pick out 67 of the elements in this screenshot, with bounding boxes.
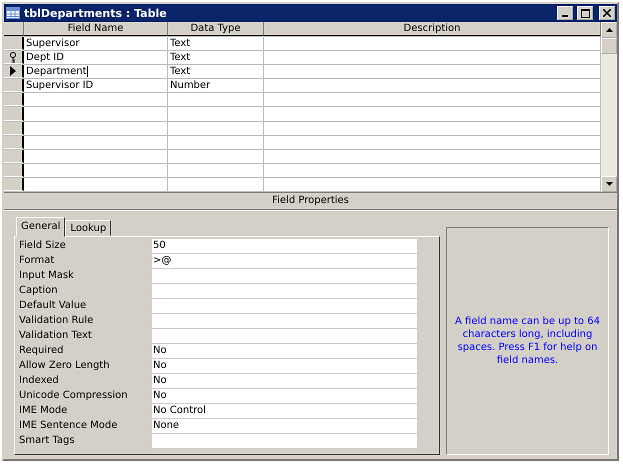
row-selector[interactable] (4, 65, 24, 78)
property-label: Validation Text (19, 329, 93, 343)
property-field[interactable]: No (152, 344, 417, 358)
property-field[interactable] (152, 299, 417, 313)
table-cell: Text (168, 65, 264, 78)
tab[interactable]: General (16, 217, 66, 237)
property-field[interactable] (152, 269, 417, 283)
row-selector[interactable] (4, 93, 24, 106)
table-cell: Supervisor (24, 37, 168, 50)
property-field[interactable]: No Control (152, 404, 417, 418)
row-selector[interactable] (4, 107, 24, 121)
column-header[interactable]: Description (264, 22, 601, 36)
scroll-up-button[interactable] (601, 22, 617, 38)
property-label: Validation Rule (19, 314, 94, 328)
table-cell: Text (168, 37, 264, 50)
property-label: Default Value (19, 299, 88, 313)
property-field[interactable]: 50 (152, 239, 417, 253)
property-label: Caption (19, 284, 59, 298)
row-selector[interactable] (4, 122, 24, 135)
property-field[interactable]: No (152, 359, 417, 373)
minimize-button[interactable] (557, 6, 573, 20)
table-cell: Number (168, 79, 264, 92)
property-label: Unicode Compression (19, 389, 129, 403)
property-field[interactable]: >@ (152, 254, 417, 268)
property-label: IME Sentence Mode (19, 419, 118, 433)
table-cell: Supervisor ID (24, 79, 168, 92)
table-cell: Text (168, 51, 264, 64)
up-arrow-icon (606, 28, 612, 32)
property-field[interactable]: No (152, 374, 417, 388)
table-cell: Department (24, 65, 168, 78)
row-selector[interactable] (4, 164, 24, 177)
property-field[interactable] (152, 329, 417, 343)
row-selector[interactable] (4, 136, 24, 149)
property-label: Field Size (19, 239, 67, 253)
scrollbar[interactable] (601, 22, 617, 192)
property-label: Allow Zero Length (19, 359, 111, 373)
row-selector[interactable] (4, 178, 24, 192)
section-title: Field Properties (4, 193, 617, 210)
tab[interactable]: Lookup (65, 220, 112, 236)
maximize-icon (580, 8, 590, 18)
close-button[interactable] (599, 6, 615, 20)
row-selector[interactable] (4, 150, 24, 163)
property-field[interactable] (152, 314, 417, 328)
column-header[interactable]: Field Name (24, 22, 168, 36)
property-field[interactable]: None (152, 419, 417, 433)
window-title: tblDepartments : Table (24, 6, 168, 20)
table-cell: Dept ID (24, 51, 168, 64)
help-text: A field name can be up to 64 characters long, including spaces. Press F1 for help on field names. (454, 315, 601, 367)
close-icon (603, 9, 611, 17)
scroll-thumb[interactable] (601, 38, 617, 54)
property-label: IME Mode (19, 404, 68, 418)
down-arrow-icon (606, 182, 612, 186)
row-selector[interactable] (4, 37, 24, 50)
scroll-down-button[interactable] (601, 176, 617, 192)
row-selector[interactable] (4, 51, 24, 64)
property-field[interactable]: No (152, 389, 417, 403)
maximize-button[interactable] (577, 6, 593, 20)
property-field[interactable] (152, 434, 417, 448)
property-label: Input Mask (19, 269, 75, 283)
property-label: Format (19, 254, 56, 268)
table-icon (6, 7, 20, 19)
property-label: Smart Tags (19, 434, 76, 448)
column-header[interactable]: Data Type (168, 22, 264, 36)
property-label: Required (19, 344, 65, 358)
property-label: Indexed (19, 374, 60, 388)
property-field[interactable] (152, 284, 417, 298)
row-selector[interactable] (4, 79, 24, 92)
